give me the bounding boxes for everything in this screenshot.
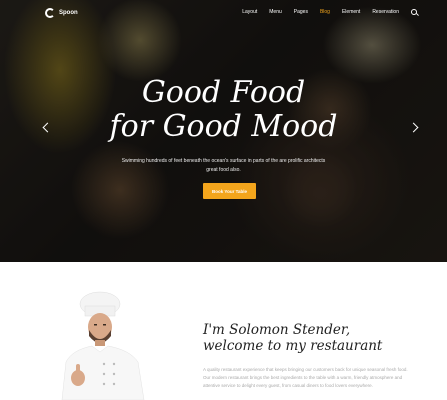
about-title-line-2: welcome to my restaurant bbox=[203, 338, 383, 354]
chef-photo bbox=[61, 291, 145, 400]
hero-title-line-2: for Good Mood bbox=[109, 109, 338, 144]
main-menu: Layout Menu Pages Blog Element Reservati… bbox=[242, 9, 417, 15]
hero-section: Spoon Layout Menu Pages Blog Element Res… bbox=[0, 0, 447, 262]
menu-item-layout[interactable]: Layout bbox=[242, 9, 257, 15]
about-title: I'm Solomon Stender, welcome to my resta… bbox=[203, 322, 423, 354]
menu-item-blog[interactable]: Blog bbox=[320, 9, 330, 15]
about-title-line-1: I'm Solomon Stender, bbox=[203, 322, 351, 338]
hero-subtitle: Swimming hundreds of feet beneath the oc… bbox=[121, 158, 326, 173]
about-text: A quality restaurant experience that kee… bbox=[203, 367, 408, 388]
menu-item-pages[interactable]: Pages bbox=[294, 9, 308, 15]
top-navigation: Spoon Layout Menu Pages Blog Element Res… bbox=[0, 0, 447, 26]
hero-title-line-1: Good Food bbox=[141, 75, 306, 110]
menu-item-reservation[interactable]: Reservation bbox=[372, 9, 399, 15]
menu-item-element[interactable]: Element bbox=[342, 9, 360, 15]
search-icon[interactable] bbox=[411, 9, 417, 15]
hero-title: Good Food for Good Mood bbox=[0, 76, 447, 144]
menu-item-menu[interactable]: Menu bbox=[269, 9, 282, 15]
book-table-button[interactable]: Book Your Table bbox=[203, 183, 256, 199]
site-logo[interactable]: Spoon bbox=[45, 8, 78, 18]
logo-text: Spoon bbox=[59, 10, 78, 16]
logo-icon bbox=[45, 8, 55, 18]
